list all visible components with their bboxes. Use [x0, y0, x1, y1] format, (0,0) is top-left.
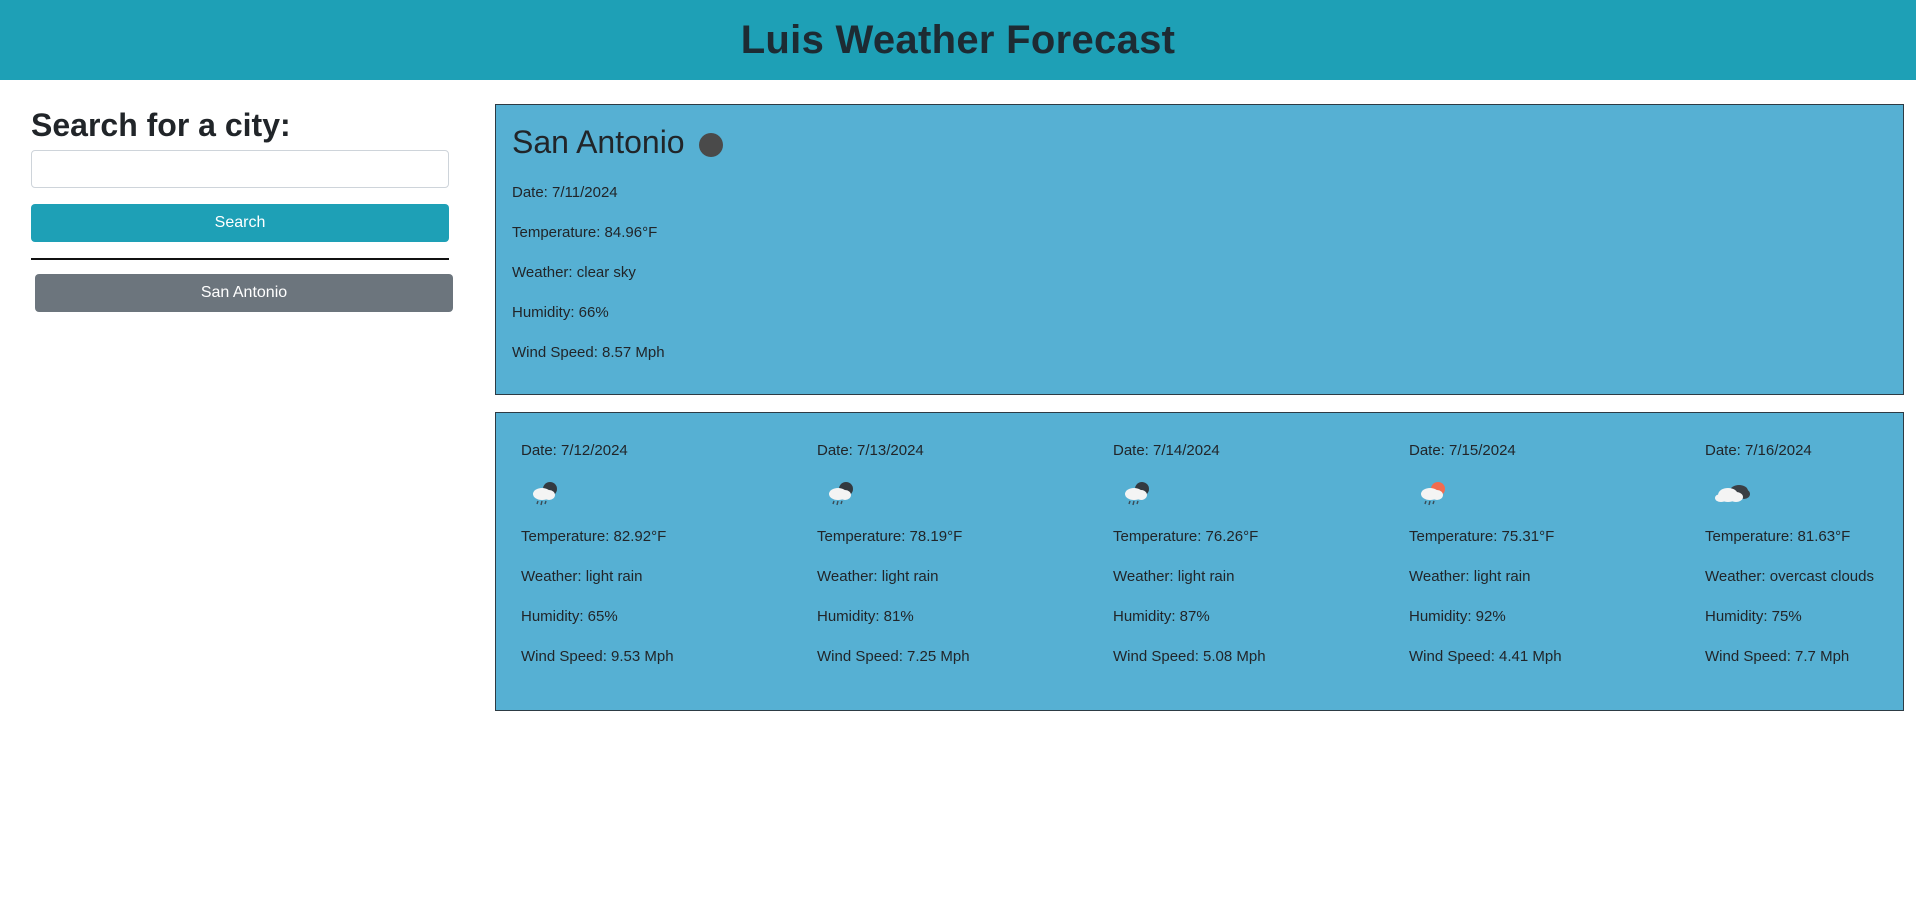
search-heading: Search for a city: [31, 107, 291, 143]
sidebar-divider [31, 258, 449, 260]
app-header: Luis Weather Forecast [0, 0, 1916, 80]
forecast-temperature: Temperature: 78.19°F [817, 528, 963, 545]
forecast-weather-desc: Weather: light rain [1113, 568, 1235, 585]
forecast-day-1: Date: 7/12/2024 Temperature: 82.92°F Wea… [521, 431, 801, 677]
forecast-weather-desc: Weather: overcast clouds [1705, 568, 1874, 585]
rain-cloud-icon [829, 482, 853, 506]
history-button-san-antonio[interactable]: San Antonio [35, 274, 453, 312]
current-weather-card: San Antonio Date: 7/11/2024 Temperature:… [495, 104, 1904, 395]
forecast-weather-desc: Weather: light rain [817, 568, 939, 585]
city-search-input[interactable] [31, 150, 449, 188]
forecast-wind-speed: Wind Speed: 9.53 Mph [521, 648, 674, 665]
search-button[interactable]: Search [31, 204, 449, 242]
rain-cloud-icon [533, 482, 557, 506]
sun-rain-cloud-icon [1421, 482, 1445, 506]
forecast-day-2: Date: 7/13/2024 Temperature: 78.19°F Wea… [817, 431, 1097, 677]
rain-cloud-icon [1125, 482, 1149, 506]
current-date: Date: 7/11/2024 [512, 184, 618, 201]
forecast-temperature: Temperature: 76.26°F [1113, 528, 1259, 545]
current-weather-desc: Weather: clear sky [512, 264, 636, 281]
forecast-wind-speed: Wind Speed: 7.25 Mph [817, 648, 970, 665]
forecast-weather-desc: Weather: light rain [521, 568, 643, 585]
forecast-temperature: Temperature: 81.63°F [1705, 528, 1851, 545]
current-city-name: San Antonio [512, 123, 685, 160]
current-temperature: Temperature: 84.96°F [512, 224, 658, 241]
forecast-wind-speed: Wind Speed: 7.7 Mph [1705, 648, 1850, 665]
forecast-humidity: Humidity: 65% [521, 608, 618, 625]
forecast-date: Date: 7/13/2024 [817, 442, 924, 459]
forecast-humidity: Humidity: 81% [817, 608, 914, 625]
forecast-date: Date: 7/14/2024 [1113, 442, 1220, 459]
five-day-forecast: Date: 7/12/2024 Temperature: 82.92°F Wea… [495, 412, 1904, 711]
forecast-wind-speed: Wind Speed: 4.41 Mph [1409, 648, 1562, 665]
current-title-row: San Antonio [512, 121, 1887, 163]
forecast-humidity: Humidity: 75% [1705, 608, 1802, 625]
forecast-humidity: Humidity: 87% [1113, 608, 1210, 625]
forecast-date: Date: 7/16/2024 [1705, 442, 1812, 459]
search-sidebar: Search for a city: Search San Antonio [31, 100, 453, 312]
current-humidity: Humidity: 66% [512, 304, 609, 321]
forecast-weather-desc: Weather: light rain [1409, 568, 1531, 585]
overcast-clouds-icon [1715, 485, 1750, 502]
current-wind-speed: Wind Speed: 8.57 Mph [512, 344, 665, 361]
forecast-date: Date: 7/15/2024 [1409, 442, 1516, 459]
forecast-day-3: Date: 7/14/2024 Temperature: 76.26°F Wea… [1113, 431, 1393, 677]
forecast-day-5: Date: 7/16/2024 Temperature: 81.63°F Wea… [1705, 431, 1916, 677]
forecast-day-4: Date: 7/15/2024 Temperature: 75.31°F Wea… [1409, 431, 1689, 677]
forecast-temperature: Temperature: 75.31°F [1409, 528, 1555, 545]
forecast-humidity: Humidity: 92% [1409, 608, 1506, 625]
forecast-date: Date: 7/12/2024 [521, 442, 628, 459]
dark-circle-icon [698, 133, 723, 157]
forecast-wind-speed: Wind Speed: 5.08 Mph [1113, 648, 1266, 665]
forecast-temperature: Temperature: 82.92°F [521, 528, 667, 545]
page-title: Luis Weather Forecast [740, 17, 1176, 62]
